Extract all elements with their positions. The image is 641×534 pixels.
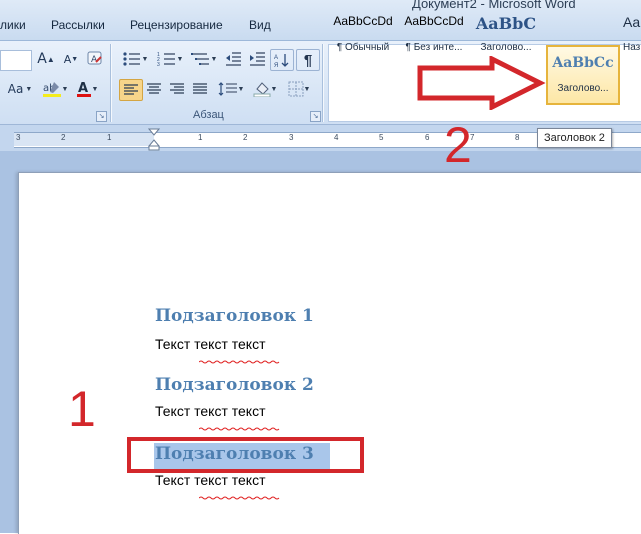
- menu-review[interactable]: Рецензирование: [130, 18, 223, 32]
- ruler-number: 3: [289, 133, 294, 142]
- justify-icon[interactable]: [189, 79, 211, 99]
- svg-text:3: 3: [157, 62, 160, 67]
- ruler-number: 3: [16, 133, 21, 142]
- group-separator: [322, 44, 323, 122]
- style-no-spacing[interactable]: AaBbCcDd ¶ Без инте...: [403, 6, 465, 60]
- style-no-spacing-name: ¶ Без инте...: [405, 42, 463, 53]
- style-no-spacing-preview: AaBbCcDd: [404, 14, 464, 28]
- svg-text:A: A: [78, 81, 88, 96]
- spellcheck-underline: [198, 418, 281, 431]
- change-case-icon[interactable]: Aa ▼: [5, 79, 35, 99]
- ruler-number: 4: [334, 133, 339, 142]
- line-spacing-icon[interactable]: ▼: [216, 79, 246, 99]
- body-text-2-content: Текст текст текст: [155, 403, 266, 419]
- ruler-number: 2: [243, 133, 248, 142]
- decrease-indent-icon[interactable]: [222, 49, 244, 69]
- style-heading-2[interactable]: AaBbCc Заголово...: [546, 45, 620, 105]
- style-heading-1-preview: AaBbC: [475, 14, 537, 33]
- highlight-icon[interactable]: ab ▼: [40, 79, 70, 99]
- subheading-2[interactable]: Подзаголовок 2: [155, 375, 314, 395]
- spellcheck-underline: [198, 487, 281, 500]
- ruler-number: 2: [61, 133, 66, 142]
- shrink-font-icon[interactable]: A ▼: [60, 49, 82, 69]
- style-normal-name: ¶ Обычный: [336, 42, 390, 53]
- numbering-icon[interactable]: 1 2 3 ▼: [154, 49, 186, 69]
- shading-icon[interactable]: ▼: [250, 79, 280, 99]
- center-icon[interactable]: [143, 79, 165, 99]
- annotation-number-1: 1: [68, 381, 96, 437]
- paragraph-dialog-launcher[interactable]: ↘: [310, 111, 321, 122]
- body-text-2[interactable]: Текст текст текст: [155, 403, 266, 419]
- style-title-preview: Aa: [623, 14, 641, 30]
- ruler-margin: [14, 133, 154, 146]
- style-normal[interactable]: AaBbCcDd ¶ Обычный: [332, 6, 394, 60]
- indent-marker-icon[interactable]: [148, 128, 160, 152]
- style-heading-1[interactable]: AaBbC Заголово...: [475, 6, 537, 60]
- style-title-name: Наз: [623, 42, 641, 53]
- ruler-number: 5: [379, 133, 384, 142]
- menu-view[interactable]: Вид: [249, 18, 271, 32]
- font-size-box[interactable]: [0, 50, 32, 71]
- ruler-number: 8: [515, 133, 520, 142]
- body-text-3[interactable]: Текст текст текст: [155, 472, 266, 488]
- align-left-icon[interactable]: [119, 79, 143, 101]
- style-tooltip: Заголовок 2: [537, 128, 612, 148]
- document-page[interactable]: [18, 172, 641, 534]
- style-heading-2-name: Заголово...: [557, 83, 609, 94]
- annotation-number-2: 2: [444, 117, 472, 173]
- spellcheck-underline: [198, 351, 281, 364]
- ruler-number: 1: [198, 133, 203, 142]
- borders-icon[interactable]: ▼: [284, 79, 314, 99]
- menu-mailings[interactable]: Рассылки: [51, 18, 105, 32]
- body-text-1-content: Текст текст текст: [155, 336, 266, 352]
- increase-indent-icon[interactable]: [246, 49, 268, 69]
- svg-text:Я: Я: [274, 63, 278, 68]
- bullets-icon[interactable]: ▼: [119, 49, 151, 69]
- red-arrow-icon: [417, 56, 546, 110]
- font-color-icon[interactable]: A ▼: [72, 79, 102, 99]
- ruler-number: 1: [107, 133, 112, 142]
- group-separator: [110, 44, 111, 122]
- style-normal-preview: AaBbCcDd: [333, 14, 393, 28]
- font-dialog-launcher[interactable]: ↘: [96, 111, 107, 122]
- paragraph-group-label: Абзац: [193, 109, 224, 121]
- sort-icon[interactable]: АЯ: [270, 49, 294, 71]
- style-title[interactable]: Aa Наз: [623, 6, 641, 60]
- style-heading-2-preview: AaBbCc: [552, 55, 614, 71]
- body-text-1[interactable]: Текст текст текст: [155, 336, 266, 352]
- align-right-icon[interactable]: [166, 79, 188, 99]
- style-heading-1-name: Заголово...: [480, 42, 532, 53]
- show-marks-icon[interactable]: ¶: [296, 49, 320, 71]
- subheading-1[interactable]: Подзаголовок 1: [155, 306, 314, 326]
- highlight-box: [127, 437, 364, 473]
- grow-font-icon[interactable]: A ▲: [35, 49, 57, 69]
- multilevel-list-icon[interactable]: ▼: [188, 49, 220, 69]
- svg-text:А: А: [274, 55, 278, 61]
- ruler-number: 6: [425, 133, 430, 142]
- menu-mailings-partial[interactable]: лики: [0, 18, 26, 32]
- body-text-3-content: Текст текст текст: [155, 472, 266, 488]
- clear-format-icon[interactable]: A: [84, 48, 106, 68]
